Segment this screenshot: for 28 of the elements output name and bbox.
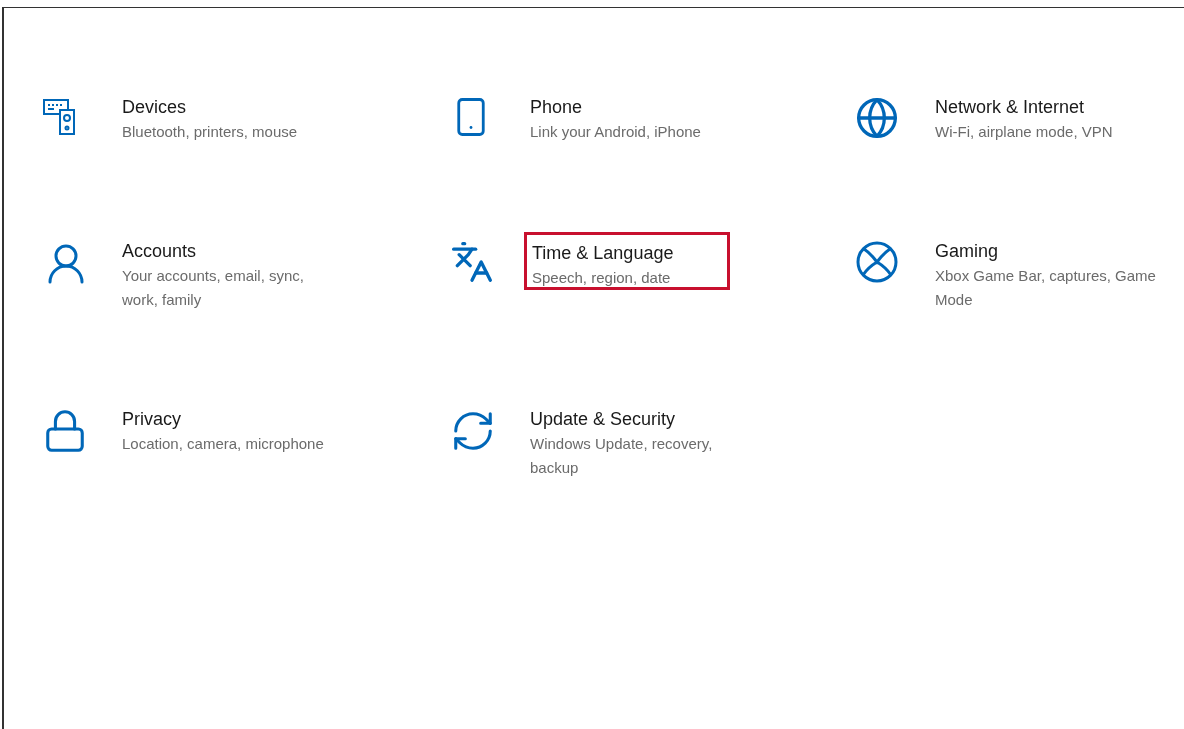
category-description: Speech, region, date <box>532 268 672 288</box>
category-title: Network & Internet <box>935 96 1086 119</box>
category-title: Devices <box>122 96 188 119</box>
category-title: Privacy <box>122 408 182 431</box>
settings-category[interactable]: Privacy Location, camera, microphone <box>42 400 450 480</box>
category-description: Windows Update, recovery, backup <box>530 434 714 478</box>
category-description: Location, camera, microphone <box>122 434 325 454</box>
settings-category[interactable]: Phone Link your Android, iPhone <box>450 88 855 144</box>
xbox-icon <box>855 240 899 284</box>
language-icon <box>450 240 494 284</box>
settings-category[interactable]: Gaming Xbox Game Bar, captures, Game Mode <box>855 232 1184 312</box>
category-title: Accounts <box>122 240 198 263</box>
settings-category[interactable]: Network & Internet Wi-Fi, airplane mode, VPN <box>855 88 1184 144</box>
category-title: Time & Language <box>532 242 675 265</box>
category-title: Gaming <box>935 240 1000 263</box>
settings-category[interactable]: Devices Bluetooth, printers, mouse <box>42 88 450 144</box>
category-description: Xbox Game Bar, captures, Game Mode <box>935 266 1157 310</box>
keyboard-speaker-icon <box>42 96 78 136</box>
category-description: Link your Android, iPhone <box>530 122 702 142</box>
settings-category[interactable]: Accounts Your accounts, email, sync, work, family <box>42 232 450 312</box>
settings-category[interactable]: Time & Language Speech, region, date <box>450 232 855 312</box>
category-description: Your accounts, email, sync, work, family <box>122 266 306 310</box>
category-description: Wi-Fi, airplane mode, VPN <box>935 122 1114 142</box>
category-description: Bluetooth, printers, mouse <box>122 122 299 142</box>
settings-category[interactable]: Update & Security Windows Update, recovery, backup <box>450 400 855 480</box>
category-title: Phone <box>530 96 584 119</box>
category-title: Update & Security <box>530 408 677 431</box>
globe-icon <box>855 96 899 140</box>
